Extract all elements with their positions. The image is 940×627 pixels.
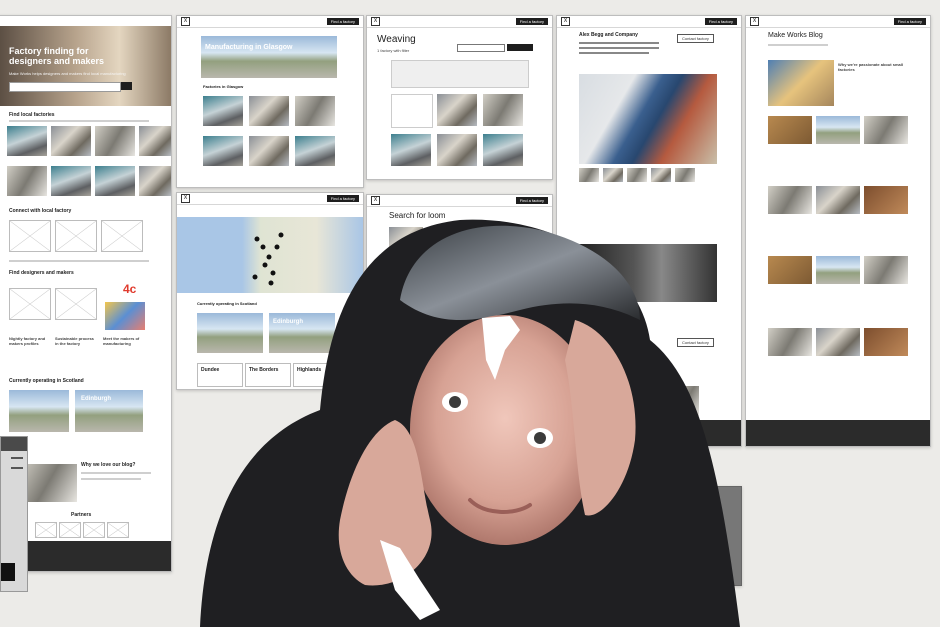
eye-icon xyxy=(449,396,461,408)
eye-icon xyxy=(534,432,546,444)
webcam-person-overlay xyxy=(200,219,740,627)
